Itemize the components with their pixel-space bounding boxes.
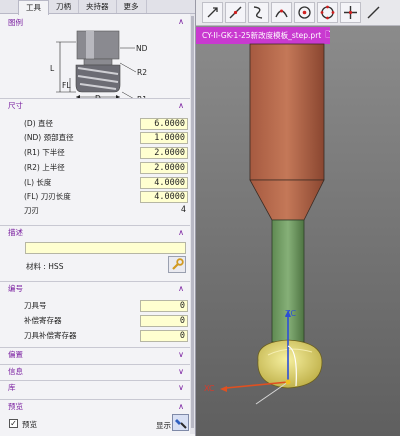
dimension-row-r1: (R1) 下半径 2.0000 xyxy=(0,146,190,159)
numbering-row-cutcom-register: 刀具补偿寄存器 0 xyxy=(0,329,190,342)
section-offsets-title: 偏置 xyxy=(8,350,23,359)
dimension-input-l[interactable]: 4.0000 xyxy=(140,176,188,189)
cutcom-register-input[interactable]: 0 xyxy=(140,329,188,342)
section-numbering-title: 编号 xyxy=(8,284,23,293)
diagram-label-r2: R2 xyxy=(137,68,147,77)
collapse-icon: ∧ xyxy=(178,17,184,26)
dimension-input-r2[interactable]: 2.0000 xyxy=(140,161,188,174)
dimension-input-flutes[interactable]: 4 xyxy=(140,205,188,217)
dimension-label: (R1) 下半径 xyxy=(24,148,65,157)
section-info-header[interactable]: 信息 ∨ xyxy=(0,364,191,378)
dimension-row-nd: (ND) 颈部直径 1.0000 xyxy=(0,131,190,144)
section-library-title: 库 xyxy=(8,383,16,392)
collapse-icon: ∧ xyxy=(178,100,184,110)
scrollbar-thumb[interactable] xyxy=(191,16,194,428)
collapse-icon: ∧ xyxy=(178,283,184,293)
numbering-row-tool-number: 刀具号 0 xyxy=(0,299,190,312)
section-numbering-header[interactable]: 编号 ∧ xyxy=(0,281,191,295)
dimension-row-d: (D) 直径 6.0000 xyxy=(0,117,190,130)
dimension-label: (D) 直径 xyxy=(24,119,54,128)
dimension-label: (FL) 刀刃长度 xyxy=(24,192,71,201)
dimension-row-fl: (FL) 刀刃长度 4.0000 xyxy=(0,190,190,203)
section-description-title: 描述 xyxy=(8,228,23,237)
section-illustration-title: 图例 xyxy=(8,17,23,27)
dimension-row-r2: (R2) 上半径 2.0000 xyxy=(0,161,190,174)
numbering-label: 补偿寄存器 xyxy=(24,316,62,325)
tool-number-input[interactable]: 0 xyxy=(140,299,188,312)
adjust-register-input[interactable]: 0 xyxy=(140,314,188,327)
tool-3d-model: ZC XC xyxy=(204,43,325,405)
tool-diagram: L FL D ND R2 R1 xyxy=(50,30,148,102)
section-library-header[interactable]: 库 ∨ xyxy=(0,380,191,394)
diagram-label-nd: ND xyxy=(136,44,148,53)
dimension-label: 刀刃 xyxy=(24,206,39,215)
numbering-label: 刀具号 xyxy=(24,301,47,310)
tab-holder[interactable]: 刀柄 xyxy=(49,0,79,13)
dimension-input-nd[interactable]: 1.0000 xyxy=(140,131,188,144)
panel-body: 图例 ∧ L FL D ND R2 R1 xyxy=(0,14,196,436)
tab-clamp[interactable]: 夹持器 xyxy=(79,0,117,13)
tab-bar: 工具 刀柄 夹持器 更多 xyxy=(0,0,195,15)
expand-icon: ∨ xyxy=(178,366,184,376)
axis-label-zc: ZC xyxy=(285,309,296,318)
wrench-icon xyxy=(171,258,184,270)
dimension-label: (L) 长度 xyxy=(24,178,52,187)
dimension-label: (R2) 上半径 xyxy=(24,163,65,172)
description-input[interactable] xyxy=(25,242,186,254)
tab-tool[interactable]: 工具 xyxy=(18,0,49,15)
dimension-label: (ND) 颈部直径 xyxy=(24,133,74,142)
panel-scrollbar[interactable] xyxy=(190,14,195,434)
preview-checkbox-label: 预览 xyxy=(22,420,37,429)
numbering-label: 刀具补偿寄存器 xyxy=(24,331,77,340)
section-info-title: 信息 xyxy=(8,367,23,376)
numbering-row-adjust-register: 补偿寄存器 0 xyxy=(0,314,190,327)
diagram-label-l: L xyxy=(50,64,55,73)
section-illustration-header[interactable]: 图例 ∧ xyxy=(0,15,191,29)
flashlight-icon xyxy=(174,418,187,429)
expand-icon: ∨ xyxy=(178,349,184,359)
diagram-label-fl: FL xyxy=(62,81,71,90)
axis-label-xc: XC xyxy=(204,384,215,393)
dimension-input-r1[interactable]: 2.0000 xyxy=(140,146,188,159)
dimension-input-d[interactable]: 6.0000 xyxy=(140,117,188,130)
show-label: 显示 xyxy=(156,421,171,430)
dimension-row-l: (L) 长度 4.0000 xyxy=(0,176,190,189)
section-offsets-header[interactable]: 偏置 ∨ xyxy=(0,347,191,361)
dimension-row-flutes: 刀刃 4 xyxy=(0,204,190,217)
material-label: 材料 : HSS xyxy=(26,262,64,271)
section-dimensions-header[interactable]: 尺寸 ∧ xyxy=(0,98,191,112)
expand-icon: ∨ xyxy=(178,382,184,392)
tab-more[interactable]: 更多 xyxy=(117,0,147,13)
preview-checkbox[interactable]: ✓ xyxy=(9,419,18,428)
material-select-button[interactable] xyxy=(168,256,186,273)
graphics-viewport[interactable]: CY-II-GK-1-25新改度模板_step.prt 🗋 ZC XC xyxy=(196,0,400,436)
dimension-input-fl[interactable]: 4.0000 xyxy=(140,190,188,203)
section-description-header[interactable]: 描述 ∧ xyxy=(0,225,191,239)
collapse-icon: ∧ xyxy=(178,401,184,411)
section-dimensions-title: 尺寸 xyxy=(8,101,23,110)
tool-dialog-panel: 工具 刀柄 夹持器 更多 图例 ∧ L FL ND R2 尺寸 ∧ (D) 直径… xyxy=(0,0,196,436)
collapse-icon: ∧ xyxy=(178,227,184,237)
section-preview-header[interactable]: 预览 ∧ xyxy=(0,399,191,413)
section-preview-title: 预览 xyxy=(8,402,23,411)
show-preview-button[interactable] xyxy=(172,414,189,431)
